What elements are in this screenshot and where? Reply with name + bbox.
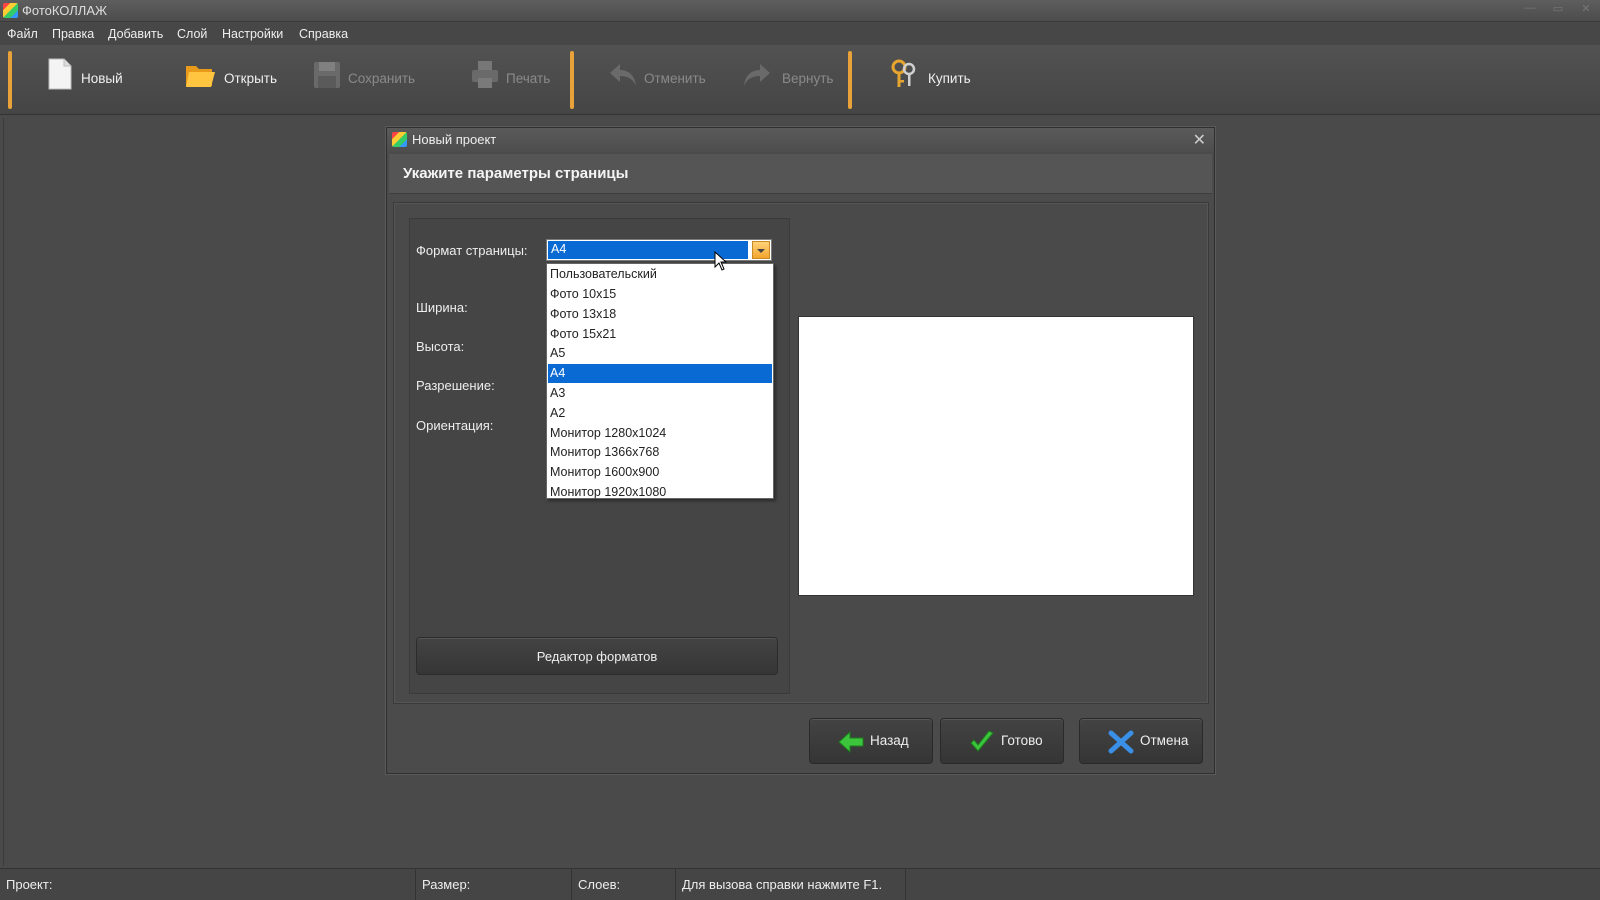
cancel-button[interactable]: Отмена — [1079, 718, 1203, 764]
format-label: Формат страницы: — [416, 243, 528, 258]
folder-open-icon — [186, 66, 215, 87]
format-option[interactable]: Пользовательский — [548, 265, 772, 284]
redo-button-label: Вернуть — [782, 71, 834, 86]
new-button-label: Новый — [81, 71, 123, 86]
cancel-button-label: Отмена — [1140, 733, 1189, 748]
status-project: Проект: — [0, 869, 416, 900]
keys-icon — [891, 59, 916, 87]
new-document-icon — [48, 58, 72, 90]
format-option[interactable]: Монитор 1280x1024 — [548, 424, 772, 443]
formats-editor-label: Редактор форматов — [536, 649, 658, 664]
status-size: Размер: — [416, 869, 572, 900]
status-hint: Для вызова справки нажмите F1. — [676, 869, 906, 900]
dialog-header: Укажите параметры страницы — [389, 154, 1212, 194]
width-label: Ширина: — [416, 300, 468, 315]
format-option[interactable]: A3 — [548, 384, 772, 403]
format-option[interactable]: Фото 15x21 — [548, 325, 772, 344]
menu-file[interactable]: Файл — [7, 27, 38, 41]
format-option[interactable]: Монитор 1366x768 — [548, 443, 772, 462]
menu-add[interactable]: Добавить — [108, 27, 163, 41]
page-settings-panel: Формат страницы: Ширина: Высота: Разреше… — [393, 202, 1209, 704]
back-button[interactable]: Назад — [809, 718, 933, 764]
save-disk-icon — [314, 62, 340, 88]
menu-layer[interactable]: Слой — [177, 27, 207, 41]
close-window-icon[interactable]: ✕ — [1576, 2, 1596, 18]
arrow-left-icon — [838, 730, 864, 754]
chevron-down-icon[interactable] — [752, 241, 770, 259]
buy-button-label: Купить — [928, 71, 971, 86]
dialog-close-icon[interactable]: ✕ — [1193, 130, 1206, 150]
done-button-label: Готово — [1001, 733, 1043, 748]
dialog-title: Новый проект — [412, 132, 497, 147]
done-button[interactable]: Готово — [940, 718, 1064, 764]
printer-icon — [472, 61, 498, 88]
toolbar: Новый Открыть Сохранить Печать Отменить — [0, 45, 1600, 125]
app-logo-icon — [3, 3, 18, 18]
dialog-titlebar: Новый проект ✕ — [387, 128, 1214, 152]
window-titlebar: ФотоКОЛЛАЖ — ▭ ✕ — [0, 0, 1600, 22]
menu-edit[interactable]: Правка — [52, 27, 94, 41]
formats-editor-button[interactable]: Редактор форматов — [416, 637, 778, 675]
format-option[interactable]: A5 — [548, 344, 772, 363]
new-button[interactable]: Новый — [45, 55, 145, 103]
open-button[interactable]: Открыть — [185, 55, 285, 103]
print-button[interactable]: Печать — [470, 55, 555, 103]
minimize-icon[interactable]: — — [1520, 2, 1540, 18]
buy-button[interactable]: Купить — [890, 55, 980, 103]
format-option[interactable]: Фото 13x18 — [548, 305, 772, 324]
toolbar-separator — [570, 51, 574, 109]
window-title: ФотоКОЛЛАЖ — [22, 3, 107, 18]
format-option[interactable]: Фото 10x15 — [548, 285, 772, 304]
redo-button[interactable]: Вернуть — [742, 55, 834, 103]
format-option[interactable]: Монитор 1600x900 — [548, 463, 772, 482]
cross-icon — [1108, 730, 1134, 754]
toolbar-separator — [8, 51, 12, 109]
page-format-dropdown: Пользовательский Фото 10x15 Фото 13x18 Ф… — [546, 263, 774, 499]
height-label: Высота: — [416, 339, 465, 354]
save-button[interactable]: Сохранить — [312, 55, 417, 103]
save-button-label: Сохранить — [348, 71, 416, 86]
dialog-heading: Укажите параметры страницы — [403, 165, 629, 182]
undo-arrow-icon — [610, 64, 636, 86]
menu-bar: Файл Правка Добавить Слой Настройки Спра… — [0, 23, 1600, 45]
menu-help[interactable]: Справка — [299, 27, 348, 41]
menu-settings[interactable]: Настройки — [222, 27, 283, 41]
dialog-app-icon — [392, 132, 407, 147]
page-preview — [798, 316, 1194, 596]
status-bar: Проект: Размер: Слоев: Для вызова справк… — [0, 868, 1600, 900]
format-option[interactable]: A2 — [548, 404, 772, 423]
status-layers: Слоев: — [572, 869, 676, 900]
new-project-dialog: Новый проект ✕ Укажите параметры страниц… — [386, 127, 1215, 774]
maximize-icon[interactable]: ▭ — [1548, 2, 1568, 18]
format-option[interactable]: Монитор 1920x1080 — [548, 483, 772, 502]
format-option-selected[interactable]: A4 — [548, 364, 772, 383]
undo-button[interactable]: Отменить — [608, 55, 708, 103]
print-button-label: Печать — [506, 71, 551, 86]
resolution-label: Разрешение: — [416, 378, 495, 393]
checkmark-icon — [970, 730, 994, 752]
page-format-select[interactable]: A4 — [546, 239, 772, 261]
toolbar-separator — [848, 51, 852, 109]
back-button-label: Назад — [870, 733, 909, 748]
page-settings-box: Формат страницы: Ширина: Высота: Разреше… — [409, 218, 790, 694]
undo-button-label: Отменить — [644, 71, 706, 86]
mouse-pointer-icon — [714, 251, 728, 271]
orientation-label: Ориентация: — [416, 418, 494, 433]
open-button-label: Открыть — [224, 71, 278, 86]
redo-arrow-icon — [744, 64, 770, 86]
